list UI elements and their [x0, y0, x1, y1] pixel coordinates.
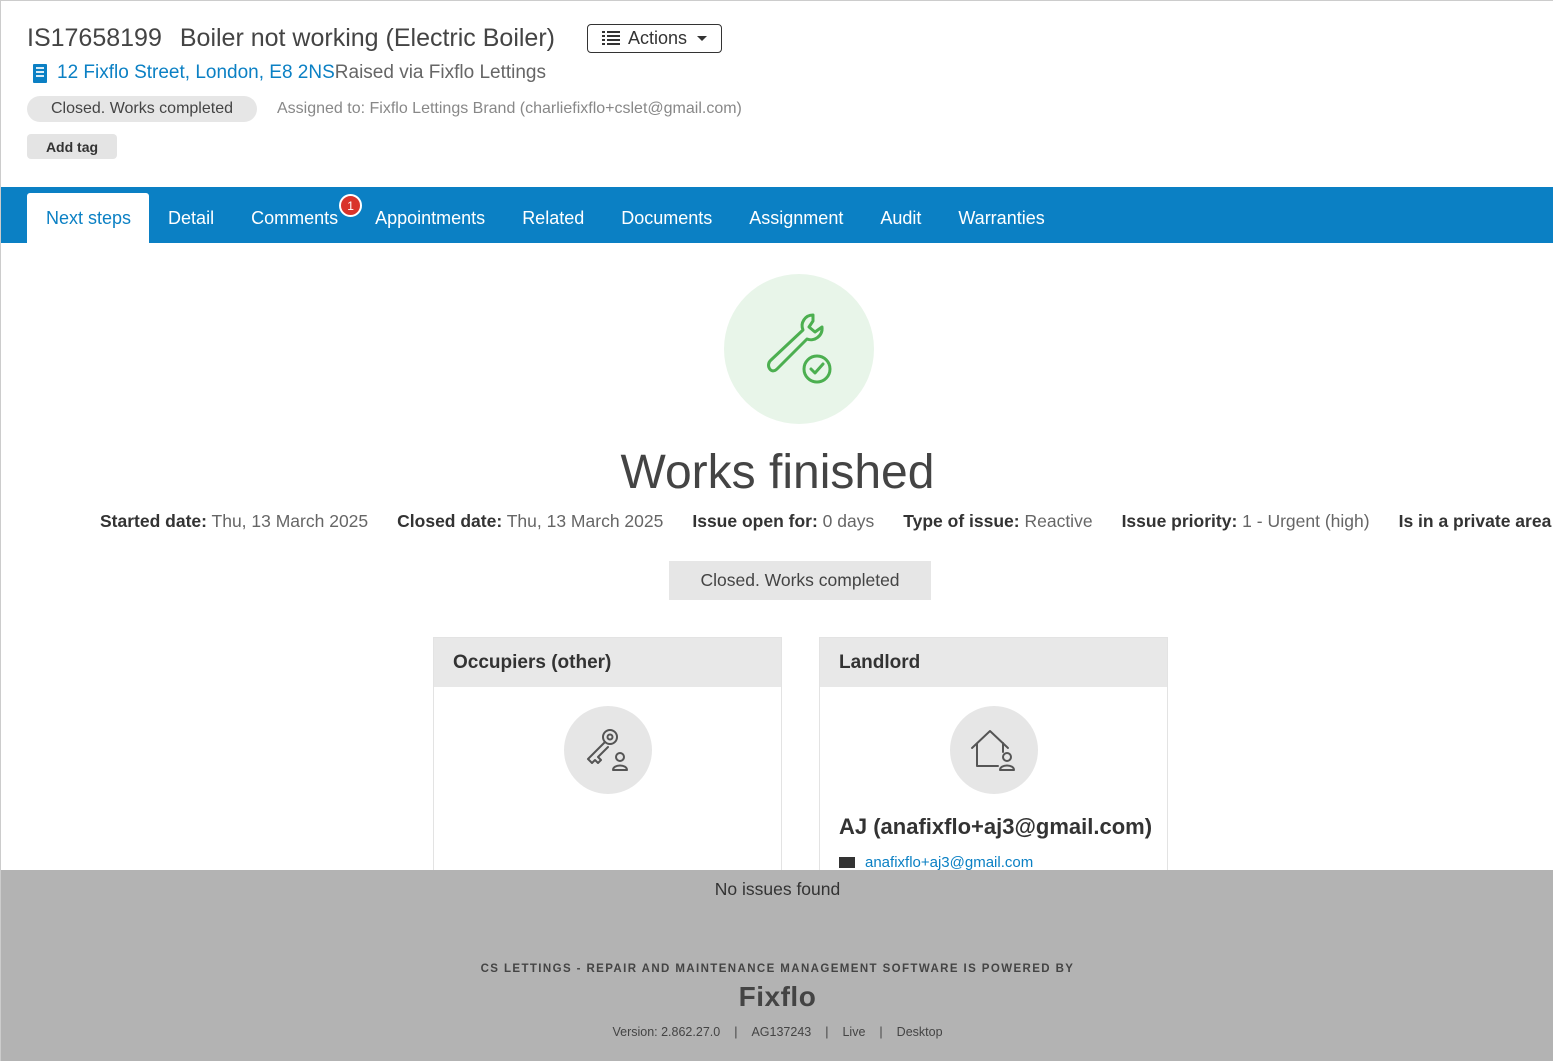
no-issues-message: No issues found — [714, 879, 841, 899]
build-id: AG137243 — [751, 1025, 812, 1039]
occupiers-card: Occupiers (other) — [433, 637, 782, 897]
tab-related[interactable]: Related — [503, 193, 602, 243]
tab-assignment[interactable]: Assignment — [730, 193, 861, 243]
assigned-to: Assigned to: Fixflo Lettings Brand (char… — [277, 100, 742, 117]
footer: No issues found CS LETTINGS - REPAIR AND… — [1, 870, 1553, 1061]
private-area: Is in a private area — [1398, 511, 1552, 531]
issue-title: Boiler not working (Electric Boiler) — [179, 23, 555, 52]
issue-open-for: Issue open for: 0 days — [692, 511, 875, 531]
landlord-name: AJ (anafixflo+aj3@gmail.com) — [839, 814, 1153, 839]
issue-page: IS17658199 Boiler not working (Electric … — [0, 0, 1553, 1061]
environment: Live — [842, 1025, 866, 1039]
status-row: Closed. Works completed Assigned to: Fix… — [27, 96, 742, 122]
property-address-link[interactable]: 12 Fixflo Street, London, E8 2NS — [57, 62, 335, 84]
title-row: IS17658199 Boiler not working (Electric … — [27, 21, 742, 55]
tabs: Next steps Detail Comments 1 Appointments… — [27, 193, 1063, 243]
occupiers-card-title: Occupiers (other) — [434, 638, 781, 687]
issue-header: IS17658199 Boiler not working (Electric … — [27, 21, 742, 159]
works-finished-heading: Works finished — [620, 446, 935, 499]
tab-appointments[interactable]: Appointments — [356, 193, 503, 243]
type-of-issue: Type of issue: Reactive — [903, 511, 1093, 531]
started-date: Started date: Thu, 13 March 2025 — [100, 511, 369, 531]
status-badge: Closed. Works completed — [27, 96, 257, 122]
envelope-icon — [839, 857, 855, 868]
landlord-email-link[interactable]: anafixflo+aj3@gmail.com — [865, 854, 1033, 871]
version-info: Version: 2.862.27.0 | AG137243 | Live | … — [612, 1025, 943, 1039]
tab-bar: Next steps Detail Comments 1 Appointments… — [1, 187, 1553, 243]
building-icon — [33, 63, 47, 83]
actions-label: Actions — [627, 27, 688, 48]
issue-meta-row: Started date: Thu, 13 March 2025 Closed … — [100, 511, 1553, 532]
version-number: Version: 2.862.27.0 — [612, 1025, 721, 1039]
caret-down-icon — [697, 35, 708, 41]
tab-documents[interactable]: Documents — [602, 193, 730, 243]
tab-detail[interactable]: Detail — [149, 193, 232, 243]
tab-warranties[interactable]: Warranties — [939, 193, 1062, 243]
powered-by-text: CS LETTINGS - REPAIR AND MAINTENANCE MAN… — [480, 963, 1075, 975]
tab-next-steps[interactable]: Next steps — [27, 193, 150, 243]
closed-date: Closed date: Thu, 13 March 2025 — [397, 511, 664, 531]
landlord-card-title: Landlord — [820, 638, 1167, 687]
landlord-card: Landlord AJ (anafixflo+aj3@gmail.com) an… — [819, 637, 1168, 897]
status-box: Closed. Works completed — [669, 561, 931, 600]
address-row: 12 Fixflo Street, London, E8 2NS Raised … — [27, 59, 742, 87]
issue-reference: IS17658199 — [27, 23, 162, 52]
actions-dropdown-button[interactable]: Actions — [586, 23, 723, 53]
add-tag-button[interactable]: Add tag — [27, 134, 117, 159]
key-person-icon — [563, 706, 652, 794]
tab-comments[interactable]: Comments 1 — [232, 193, 363, 243]
list-icon — [601, 31, 620, 45]
landlord-email-row: anafixflo+aj3@gmail.com — [820, 854, 1167, 871]
works-finished-badge — [724, 274, 874, 424]
view-mode: Desktop — [896, 1025, 943, 1039]
wrench-check-icon — [767, 313, 832, 384]
house-person-icon — [949, 706, 1038, 794]
tab-audit[interactable]: Audit — [861, 193, 939, 243]
raised-via: Raised via Fixflo Lettings — [334, 62, 546, 83]
issue-priority: Issue priority: 1 - Urgent (high) — [1121, 511, 1370, 531]
fixflo-logo: Fixflo — [738, 981, 817, 1012]
